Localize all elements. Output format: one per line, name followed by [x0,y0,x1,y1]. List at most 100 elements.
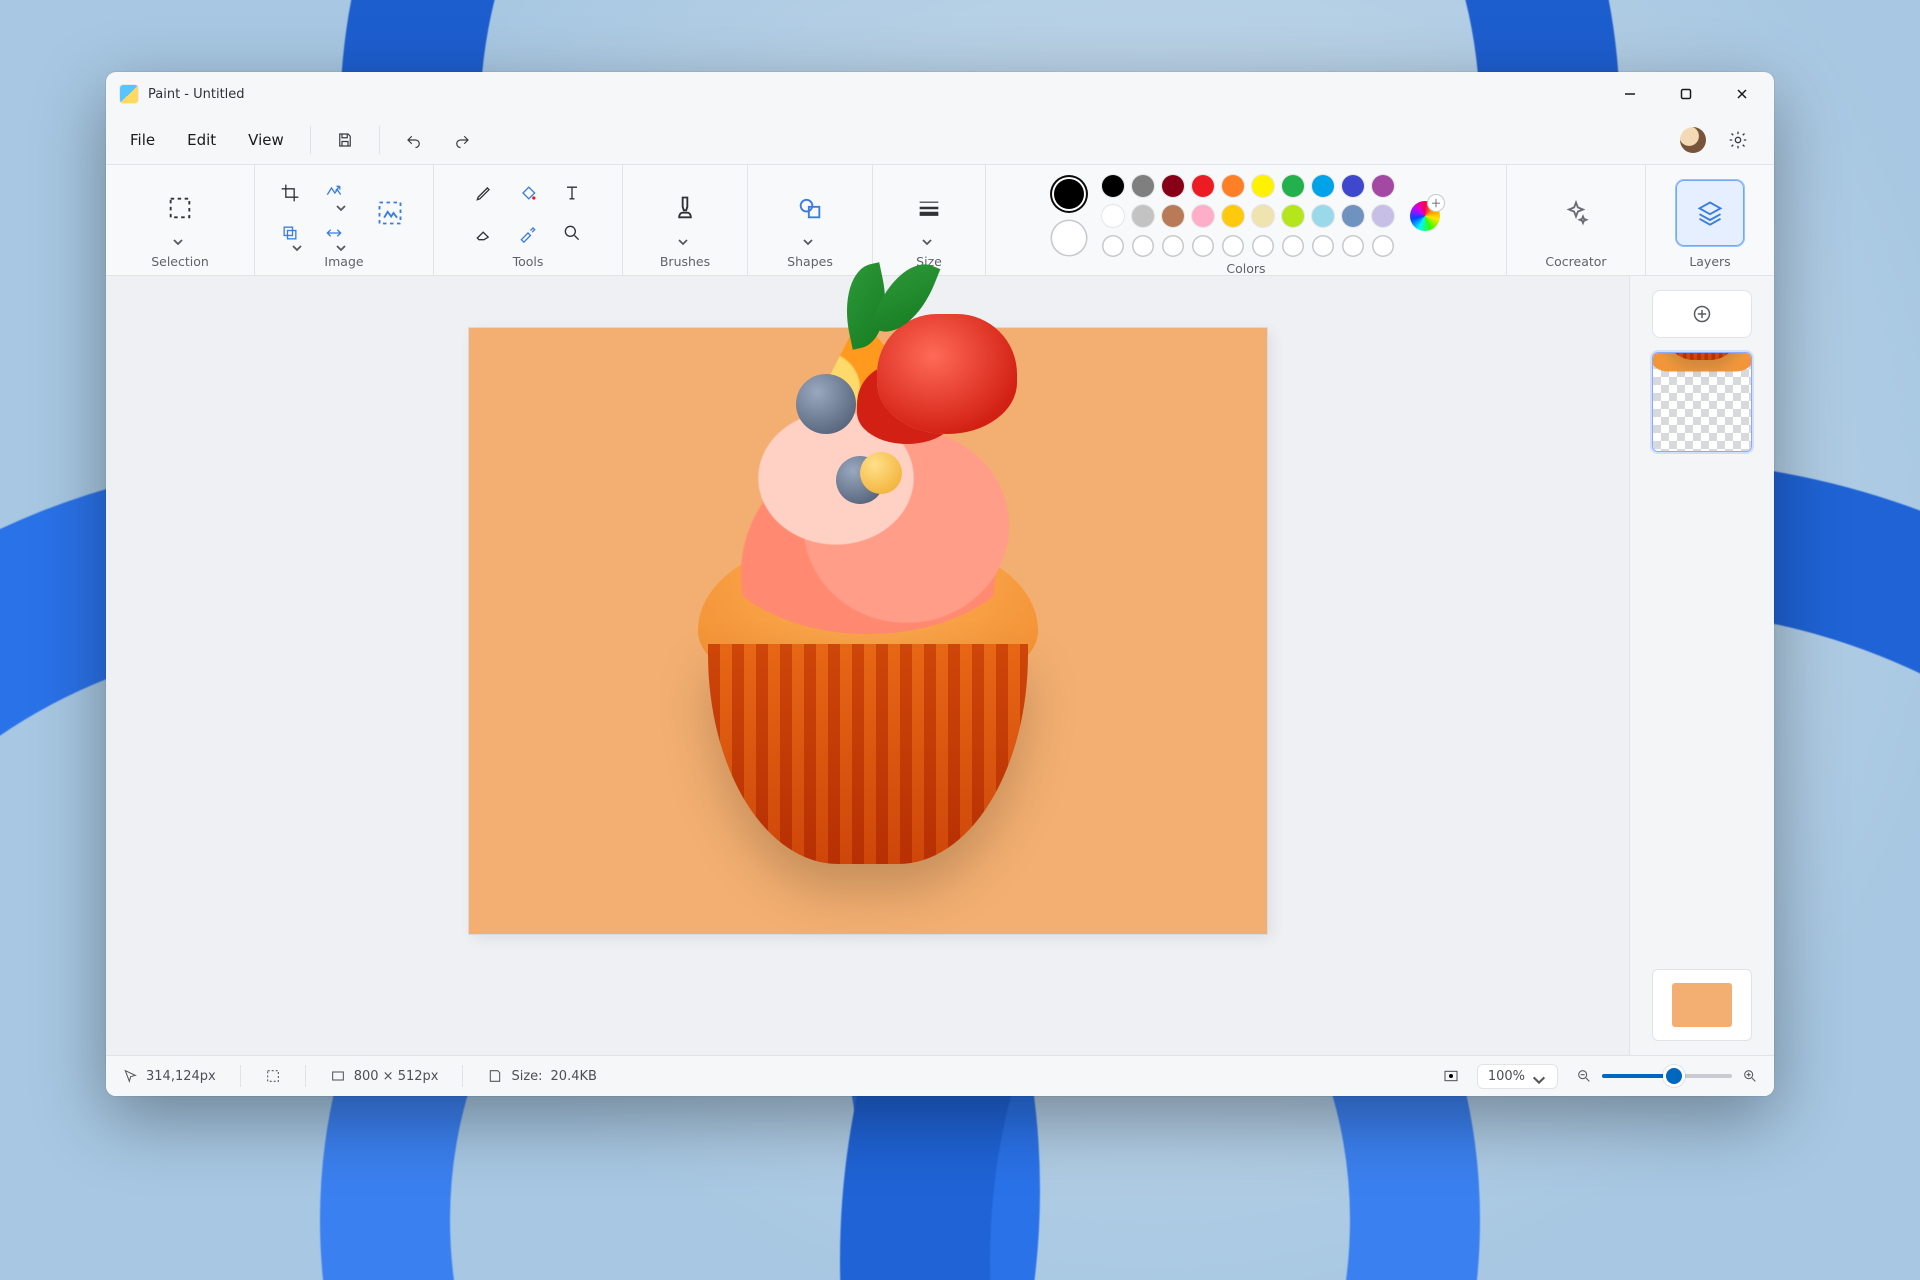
group-label-cocreator: Cocreator [1545,250,1606,269]
group-label-brushes: Brushes [660,250,710,269]
text-tool[interactable] [553,176,591,210]
secondary-color-swatch[interactable] [1052,221,1086,255]
layers-toggle-button[interactable] [1676,180,1744,246]
palette-swatch[interactable] [1132,175,1154,197]
size-dropdown[interactable] [902,182,956,234]
palette-swatch[interactable] [1192,175,1214,197]
brushes-dropdown[interactable] [658,182,712,234]
zoom-in-icon[interactable] [1742,1068,1758,1084]
chevron-down-icon[interactable] [677,236,693,244]
custom-color-slot[interactable] [1162,235,1184,257]
fit-to-window-button[interactable] [1443,1068,1459,1084]
chevron-down-icon[interactable] [921,236,937,244]
menu-view[interactable]: View [236,123,296,157]
palette-swatch[interactable] [1342,205,1364,227]
palette-swatch[interactable] [1222,205,1244,227]
work-area [106,276,1774,1055]
paint-window: Paint - Untitled File Edit View [106,72,1774,1096]
palette-swatch[interactable] [1342,175,1364,197]
palette-swatch[interactable] [1132,205,1154,227]
group-label-tools: Tools [513,250,544,269]
palette-swatch[interactable] [1222,175,1244,197]
primary-color-swatch[interactable] [1052,177,1086,211]
custom-color-slot[interactable] [1132,235,1154,257]
menu-file[interactable]: File [118,123,167,157]
menu-edit[interactable]: Edit [175,123,228,157]
palette-swatch[interactable] [1282,175,1304,197]
group-label-colors: Colors [1226,257,1265,276]
settings-button[interactable] [1720,122,1756,158]
edit-colors-button[interactable] [1410,201,1440,231]
artboard[interactable] [469,328,1267,934]
palette-swatch[interactable] [1372,175,1394,197]
cursor-position: 314,124px [122,1068,216,1084]
palette-swatch[interactable] [1312,175,1334,197]
group-label-layers: Layers [1689,250,1730,269]
palette-swatch[interactable] [1252,175,1274,197]
custom-color-slot[interactable] [1372,235,1394,257]
fit-to-window-icon [1443,1068,1459,1084]
add-layer-button[interactable] [1652,290,1752,338]
group-label-shapes: Shapes [787,250,833,269]
canvas-size-icon [330,1068,346,1084]
resize-button[interactable] [315,176,353,210]
selection-bounds-icon [265,1068,281,1084]
window-controls [1602,72,1770,116]
cocreator-button[interactable] [1549,187,1603,239]
zoom-out-icon[interactable] [1576,1068,1592,1084]
custom-color-slot[interactable] [1312,235,1334,257]
palette-swatch[interactable] [1252,205,1274,227]
canvas-viewport[interactable] [106,276,1629,1055]
eraser-tool[interactable] [465,216,503,250]
pencil-tool[interactable] [465,176,503,210]
palette-swatch[interactable] [1192,205,1214,227]
palette-swatch[interactable] [1372,205,1394,227]
custom-color-slot[interactable] [1192,235,1214,257]
crop-button[interactable] [271,176,309,210]
palette-swatch[interactable] [1282,205,1304,227]
canvas-dimensions: 800 × 512px [330,1068,439,1084]
redo-button[interactable] [442,122,482,158]
rotate-button[interactable] [271,216,309,250]
palette-swatch[interactable] [1102,175,1124,197]
undo-button[interactable] [394,122,434,158]
canvas-image-cupcake [469,328,1267,934]
zoom-dropdown[interactable]: 100% [1477,1064,1558,1089]
minimize-button[interactable] [1602,72,1658,116]
selection-tool[interactable] [153,182,207,234]
cursor-icon [122,1068,138,1084]
custom-color-slot[interactable] [1252,235,1274,257]
remove-background-button[interactable] [363,187,417,239]
chevron-down-icon[interactable] [172,236,188,244]
selection-size [265,1068,281,1084]
layer-thumbnail-1[interactable] [1652,352,1752,452]
file-size: Size: 20.4KB [487,1068,596,1084]
palette-swatch[interactable] [1162,205,1184,227]
custom-color-slot[interactable] [1222,235,1244,257]
custom-color-slot[interactable] [1282,235,1304,257]
save-button[interactable] [325,122,365,158]
status-bar: 314,124px 800 × 512px Size: 20.4KB 100% [106,1055,1774,1096]
titlebar[interactable]: Paint - Untitled [106,72,1774,116]
palette-swatch[interactable] [1102,205,1124,227]
palette-swatch[interactable] [1312,205,1334,227]
custom-color-slot[interactable] [1102,235,1124,257]
custom-color-slot[interactable] [1342,235,1364,257]
account-avatar[interactable] [1680,127,1706,153]
color-palette [1102,175,1394,257]
flip-button[interactable] [315,216,353,250]
background-layer-chip[interactable] [1652,969,1752,1041]
ribbon: Selection [106,165,1774,276]
paint-app-icon [120,85,138,103]
fill-tool[interactable] [509,176,547,210]
shapes-dropdown[interactable] [783,182,837,234]
palette-swatch[interactable] [1162,175,1184,197]
close-button[interactable] [1714,72,1770,116]
layers-panel [1629,276,1774,1055]
color-picker-tool[interactable] [509,216,547,250]
chevron-down-icon[interactable] [802,236,818,244]
zoom-slider[interactable] [1576,1068,1758,1084]
group-label-selection: Selection [151,250,209,269]
maximize-button[interactable] [1658,72,1714,116]
magnifier-tool[interactable] [553,216,591,250]
